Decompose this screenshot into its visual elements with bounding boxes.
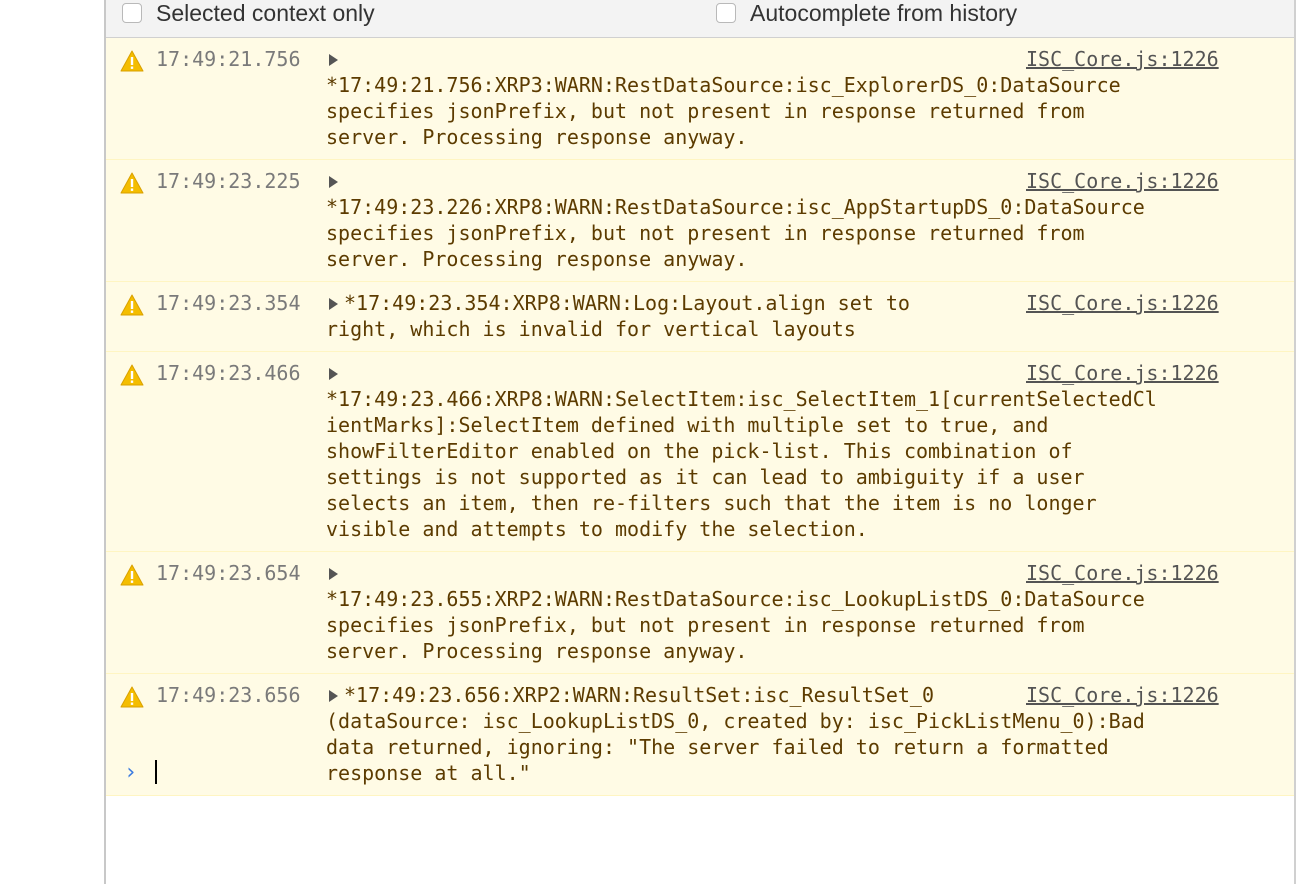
message-text-line: *17:49:21.756:XRP3:WARN:RestDataSource:i… (326, 73, 1121, 97)
source-link[interactable]: ISC_Core.js:1226 (1026, 46, 1219, 72)
selected-context-checkbox[interactable] (122, 3, 142, 23)
panel-right-border (1294, 0, 1296, 884)
console-prompt[interactable]: › (106, 752, 1294, 792)
autocomplete-checkbox[interactable] (716, 3, 736, 23)
warning-triangle-icon (120, 686, 144, 708)
message-text-line: specifies jsonPrefix, but not present in… (326, 613, 1085, 637)
message-text-line: specifies jsonPrefix, but not present in… (326, 99, 1085, 123)
message-text-line: *17:49:23.656:XRP2:WARN:ResultSet:isc_Re… (344, 683, 935, 707)
message-text-line: specifies jsonPrefix, but not present in… (326, 221, 1085, 245)
expand-triangle-icon[interactable] (329, 690, 338, 702)
source-link[interactable]: ISC_Core.js:1226 (1026, 290, 1219, 316)
console-message-warning[interactable]: 17:49:23.654 *17:49:23.655:XRP2:WARN:Rest… (106, 552, 1294, 674)
source-link[interactable]: ISC_Core.js:1226 (1026, 560, 1219, 586)
message-timestamp: 17:49:23.466 (156, 361, 301, 385)
message-text-line: *17:49:23.655:XRP2:WARN:RestDataSource:i… (326, 587, 1145, 611)
console-settings-bar: Selected context only Autocomplete from … (106, 0, 1294, 38)
console-message-warning[interactable]: 17:49:23.354 *17:49:23.354:XRP8:WARN:Log:… (106, 282, 1294, 352)
source-link[interactable]: ISC_Core.js:1226 (1026, 682, 1219, 708)
message-timestamp: 17:49:23.225 (156, 169, 301, 193)
console-message-warning[interactable]: 17:49:23.225 *17:49:23.226:XRP8:WARN:Rest… (106, 160, 1294, 282)
message-text-line: selects an item, then re-filters such th… (326, 491, 1097, 515)
source-link[interactable]: ISC_Core.js:1226 (1026, 168, 1219, 194)
console-message-warning[interactable]: 17:49:21.756 *17:49:21.756:XRP3:WARN:Rest… (106, 38, 1294, 160)
warning-triangle-icon (120, 294, 144, 316)
expand-triangle-icon[interactable] (329, 176, 338, 188)
selected-context-option[interactable]: Selected context only (122, 0, 375, 26)
message-timestamp: 17:49:23.354 (156, 291, 301, 315)
message-text-line: visible and attempts to modify the selec… (326, 517, 868, 541)
message-text-line: *17:49:23.466:XRP8:WARN:SelectItem:isc_S… (326, 387, 1157, 411)
message-text-line: *17:49:23.354:XRP8:WARN:Log:Layout.align… (344, 291, 910, 315)
prompt-chevron-icon: › (124, 760, 138, 785)
expand-triangle-icon[interactable] (329, 368, 338, 380)
autocomplete-option[interactable]: Autocomplete from history (716, 0, 1017, 26)
autocomplete-label: Autocomplete from history (750, 0, 1018, 26)
message-text-line: server. Processing response anyway. (326, 639, 748, 663)
message-text-line: ientMarks]:SelectItem defined with multi… (326, 413, 1049, 437)
selected-context-label: Selected context only (156, 0, 375, 26)
message-timestamp: 17:49:23.654 (156, 561, 301, 585)
message-text-line: (dataSource: isc_LookupListDS_0, created… (326, 709, 1145, 733)
message-timestamp: 17:49:23.656 (156, 683, 301, 707)
console-messages: 17:49:21.756 *17:49:21.756:XRP3:WARN:Rest… (106, 38, 1294, 796)
warning-triangle-icon (120, 364, 144, 386)
source-link[interactable]: ISC_Core.js:1226 (1026, 360, 1219, 386)
message-text-line: server. Processing response anyway. (326, 125, 748, 149)
message-text-line: right, which is invalid for vertical lay… (326, 317, 856, 341)
warning-triangle-icon (120, 172, 144, 194)
expand-triangle-icon[interactable] (329, 568, 338, 580)
message-text-line: showFilterEditor enabled on the pick-lis… (326, 439, 1073, 463)
message-text-line: settings is not supported as it can lead… (326, 465, 1085, 489)
message-timestamp: 17:49:21.756 (156, 47, 301, 71)
warning-triangle-icon (120, 50, 144, 72)
message-text-line: *17:49:23.226:XRP8:WARN:RestDataSource:i… (326, 195, 1145, 219)
warning-triangle-icon (120, 564, 144, 586)
text-cursor (155, 760, 157, 784)
expand-triangle-icon[interactable] (329, 298, 338, 310)
console-message-warning[interactable]: 17:49:23.466 *17:49:23.466:XRP8:WARN:Sele… (106, 352, 1294, 552)
page-margin (0, 0, 105, 884)
expand-triangle-icon[interactable] (329, 54, 338, 66)
message-text-line: server. Processing response anyway. (326, 247, 748, 271)
devtools-console: Selected context only Autocomplete from … (0, 0, 1298, 884)
